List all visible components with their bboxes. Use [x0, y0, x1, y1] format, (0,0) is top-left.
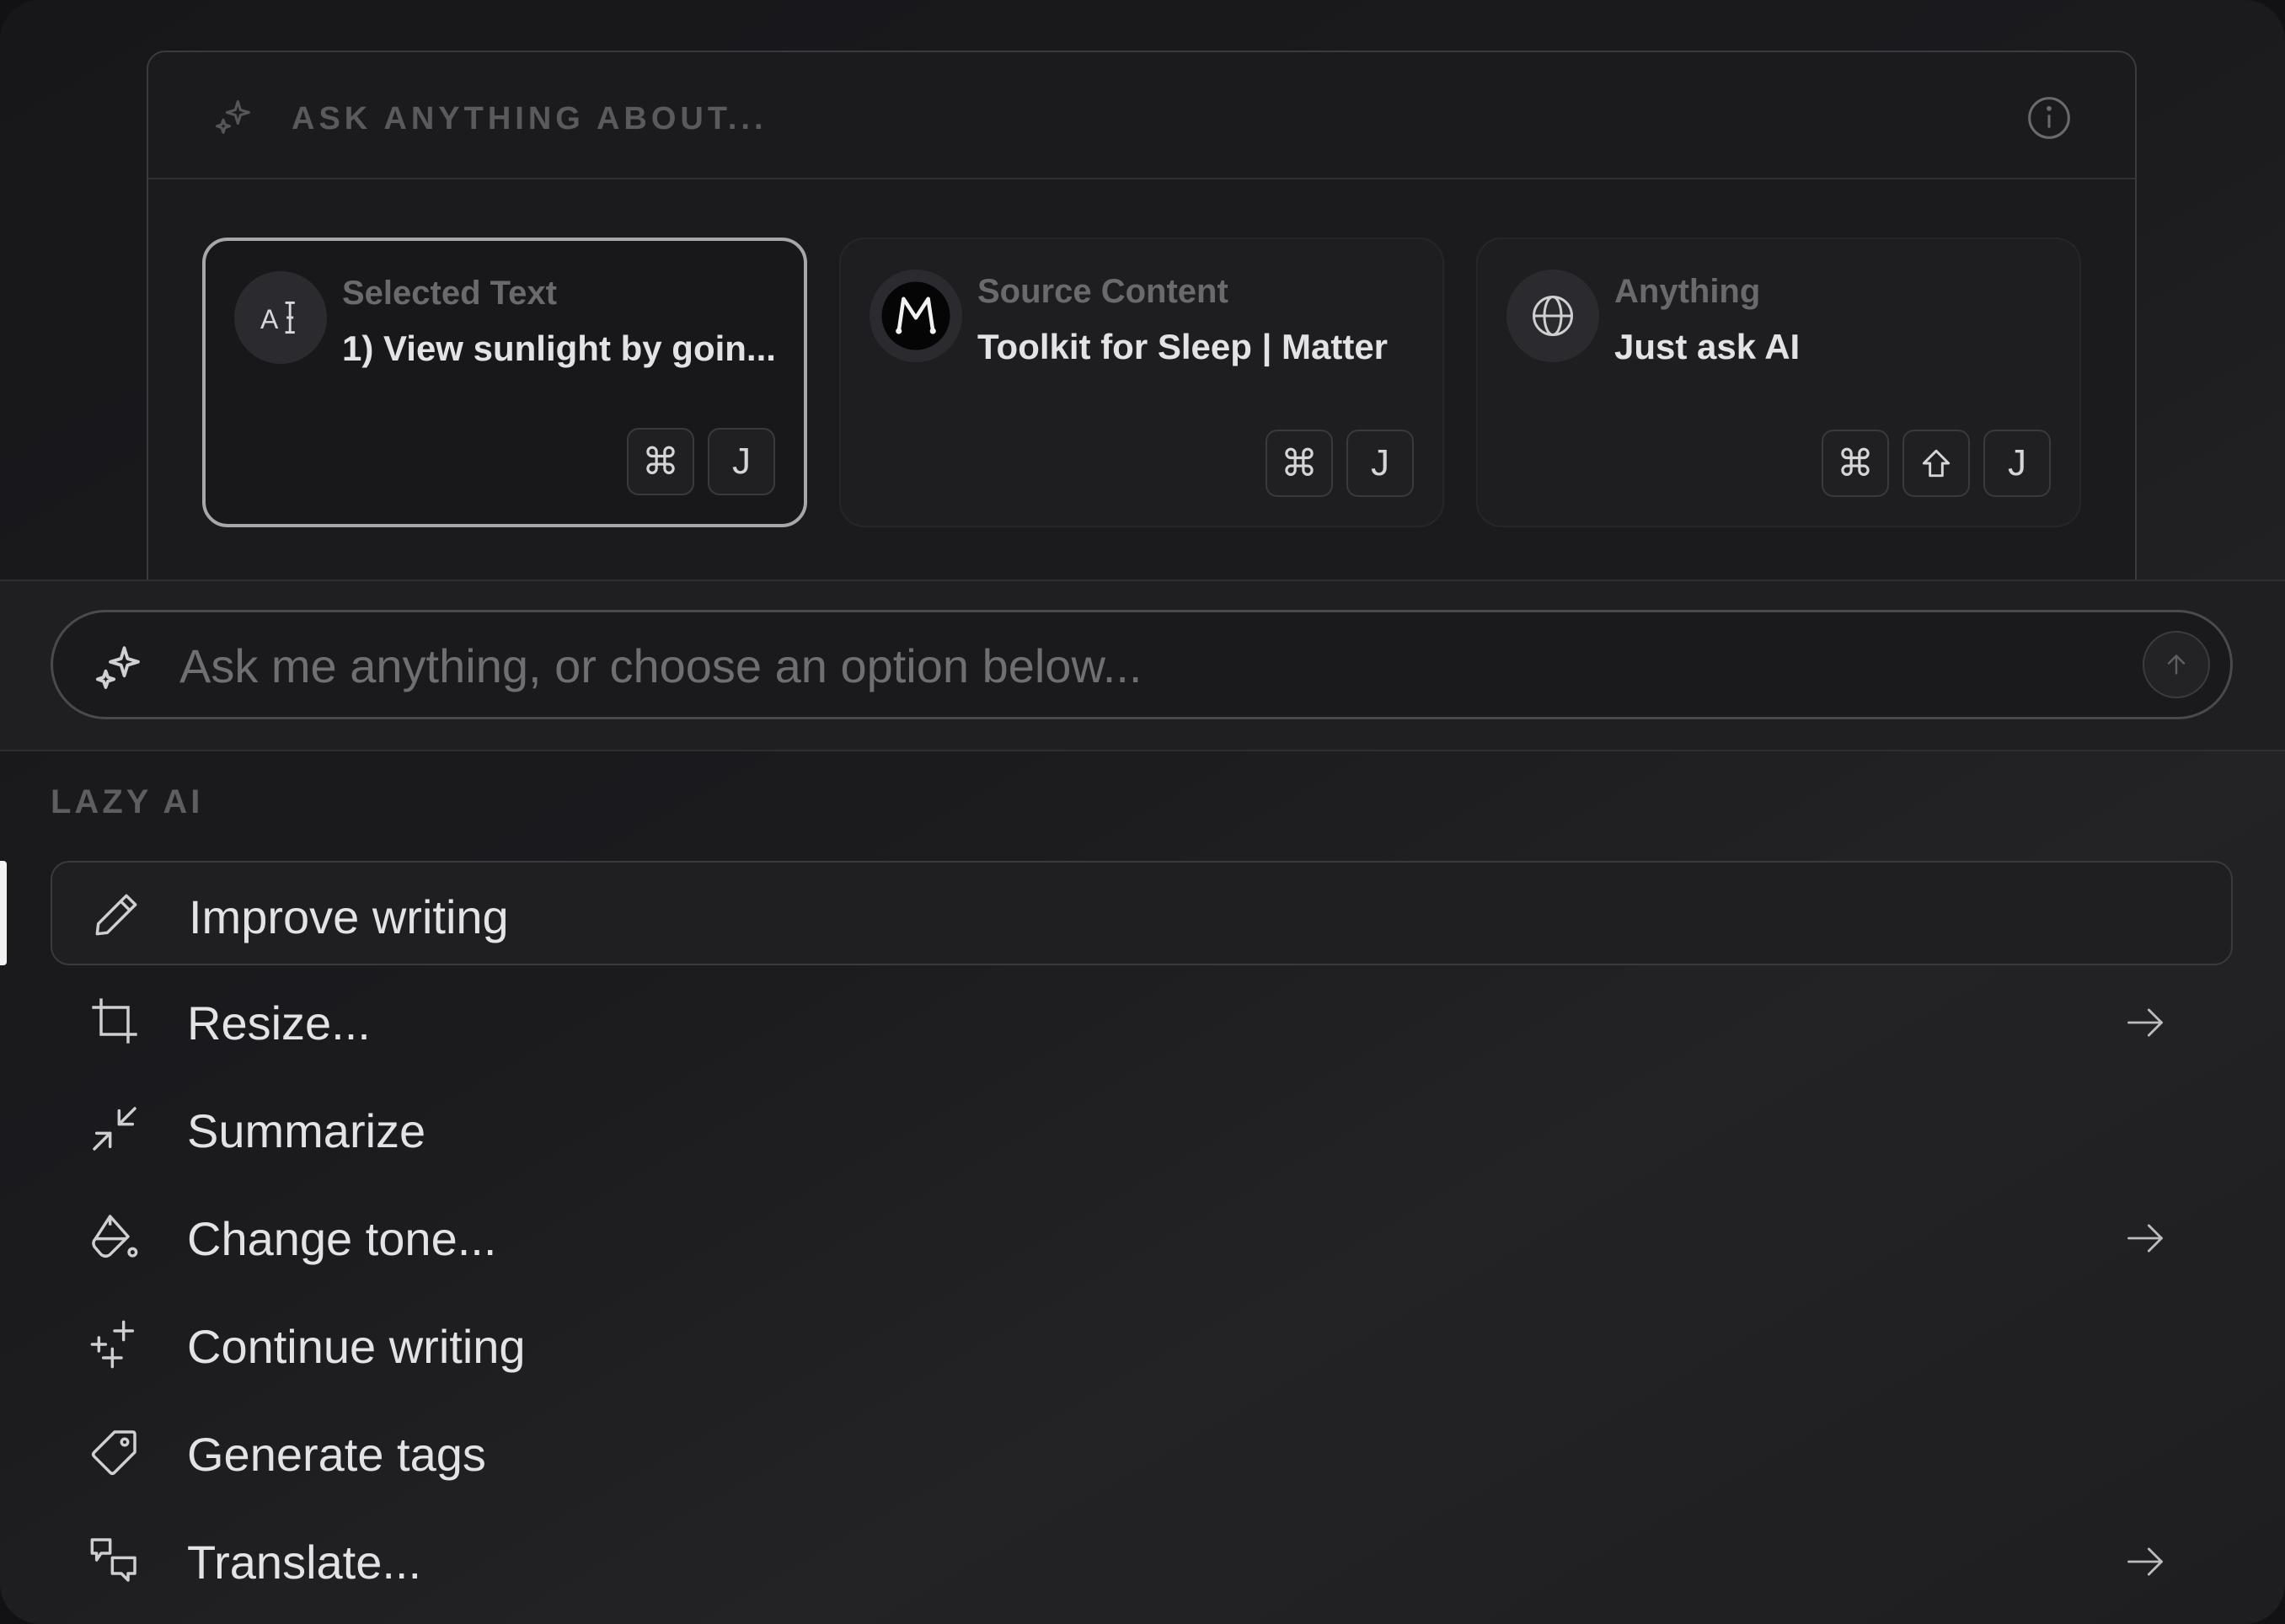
menu-item-label: Change tone... [187, 1212, 497, 1265]
menu-item-label: Continue writing [187, 1320, 526, 1373]
menu-item-label: Translate... [187, 1536, 422, 1589]
source-label: Selected Text [342, 275, 557, 312]
shortcut-keys: ⌘ J [1822, 430, 2051, 497]
context-header: ASK ANYTHING ABOUT... [148, 52, 2135, 179]
text-cursor-icon: A [234, 271, 327, 364]
j-key: J [708, 428, 775, 495]
arrow-right-icon [2123, 1216, 2167, 1260]
lazy-ai-panel: ASK ANYTHING ABOUT... A Selected Text 1)… [0, 0, 2285, 1624]
menu-item-generate-tags[interactable]: Generate tags [51, 1400, 2233, 1504]
send-button[interactable] [2143, 631, 2210, 698]
context-title: ASK ANYTHING ABOUT... [292, 101, 768, 136]
globe-icon [1506, 270, 1599, 362]
source-value: Toolkit for Sleep | Matter [977, 327, 1389, 366]
menu-item-label: Summarize [187, 1104, 426, 1157]
crop-icon [88, 994, 142, 1048]
section-label-lazy-ai: LAZY AI [51, 783, 204, 820]
menu-item-change-tone[interactable]: Change tone... [51, 1184, 2233, 1289]
arrow-right-icon [2123, 1001, 2167, 1044]
selection-indicator [0, 861, 7, 965]
paint-bucket-icon [88, 1210, 142, 1263]
menu-item-summarize[interactable]: Summarize [51, 1076, 2233, 1181]
info-icon[interactable] [2025, 94, 2073, 142]
source-value: 1) View sunlight by goin... [342, 329, 776, 368]
j-key: J [1346, 430, 1414, 497]
search-band [0, 580, 2285, 751]
matter-logo-icon [870, 270, 962, 362]
shift-icon [1902, 430, 1970, 497]
menu-item-label: Improve writing [189, 890, 509, 943]
search-box[interactable] [51, 610, 2233, 719]
svg-text:A: A [260, 304, 279, 334]
minimize-arrows-icon [88, 1102, 142, 1156]
menu-item-continue-writing[interactable]: Continue writing [51, 1292, 2233, 1397]
source-card-selected-text[interactable]: A Selected Text 1) View sunlight by goin… [202, 238, 807, 527]
tag-icon [88, 1425, 142, 1479]
source-card-anything[interactable]: Anything Just ask AI ⌘ J [1476, 238, 2081, 527]
shortcut-keys: ⌘ J [1266, 430, 1414, 497]
shortcut-keys: ⌘ J [627, 428, 775, 495]
menu-item-improve-writing[interactable]: Improve writing [51, 861, 2233, 965]
j-key: J [1983, 430, 2051, 497]
pencil-icon [89, 888, 143, 942]
arrow-right-icon [2123, 1540, 2167, 1584]
arrow-up-icon [2167, 654, 2186, 675]
source-label: Anything [1614, 273, 1761, 310]
source-label: Source Content [977, 273, 1228, 310]
speech-bubbles-icon [88, 1533, 142, 1587]
command-key: ⌘ [1822, 430, 1889, 497]
source-card-source-content[interactable]: Source Content Toolkit for Sleep | Matte… [839, 238, 1444, 527]
sparkle-icon [92, 641, 147, 697]
menu-item-resize[interactable]: Resize... [51, 969, 2233, 1073]
search-input[interactable] [178, 629, 2068, 702]
menu-item-label: Resize... [187, 996, 371, 1050]
sparkle-icon [212, 96, 256, 140]
command-key: ⌘ [627, 428, 694, 495]
menu-item-translate[interactable]: Translate... [51, 1508, 2233, 1612]
sparkles-plus-icon [88, 1317, 142, 1371]
source-value: Just ask AI [1614, 327, 1801, 366]
menu-item-label: Generate tags [187, 1428, 486, 1481]
command-key: ⌘ [1266, 430, 1333, 497]
